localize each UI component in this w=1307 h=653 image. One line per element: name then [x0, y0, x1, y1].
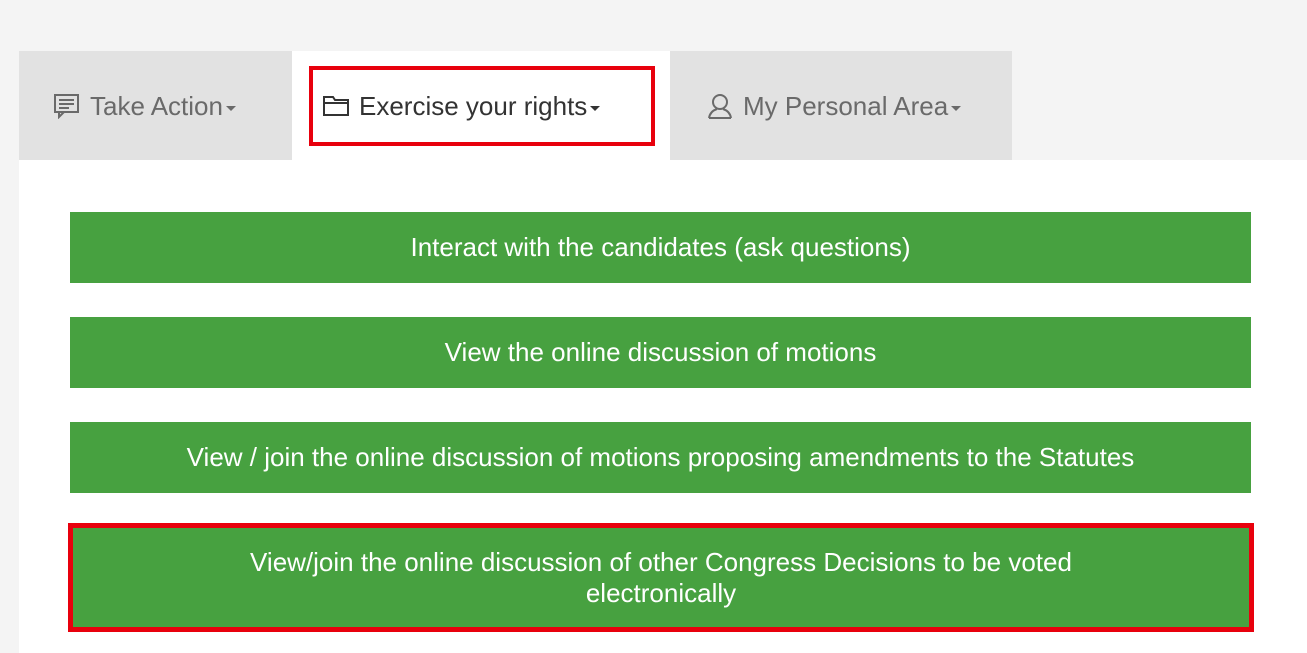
view-statutes-amendments-button[interactable]: View / join the online discussion of mot…: [70, 422, 1251, 493]
tab-personal-area-label: My Personal Area: [743, 90, 949, 121]
caret-down-icon: [590, 105, 601, 111]
view-congress-decisions-button[interactable]: View/join the online discussion of other…: [68, 523, 1254, 632]
folder-icon: [322, 94, 350, 118]
message-icon: [53, 93, 81, 119]
user-icon: [706, 92, 734, 120]
view-motions-discussion-button[interactable]: View the online discussion of motions: [70, 317, 1251, 388]
caret-down-icon: [951, 105, 962, 111]
interact-candidates-button[interactable]: Interact with the candidates (ask questi…: [70, 212, 1251, 283]
tab-take-action[interactable]: Take Action: [19, 51, 292, 161]
tab-take-action-label: Take Action: [90, 90, 223, 121]
tab-exercise-rights[interactable]: Exercise your rights: [292, 51, 670, 161]
nav-tabs: Take Action Exercise your rights My Pers…: [19, 51, 1012, 161]
tab-personal-area[interactable]: My Personal Area: [670, 51, 1012, 161]
caret-down-icon: [225, 105, 236, 111]
tab-exercise-rights-label: Exercise your rights: [359, 90, 588, 121]
